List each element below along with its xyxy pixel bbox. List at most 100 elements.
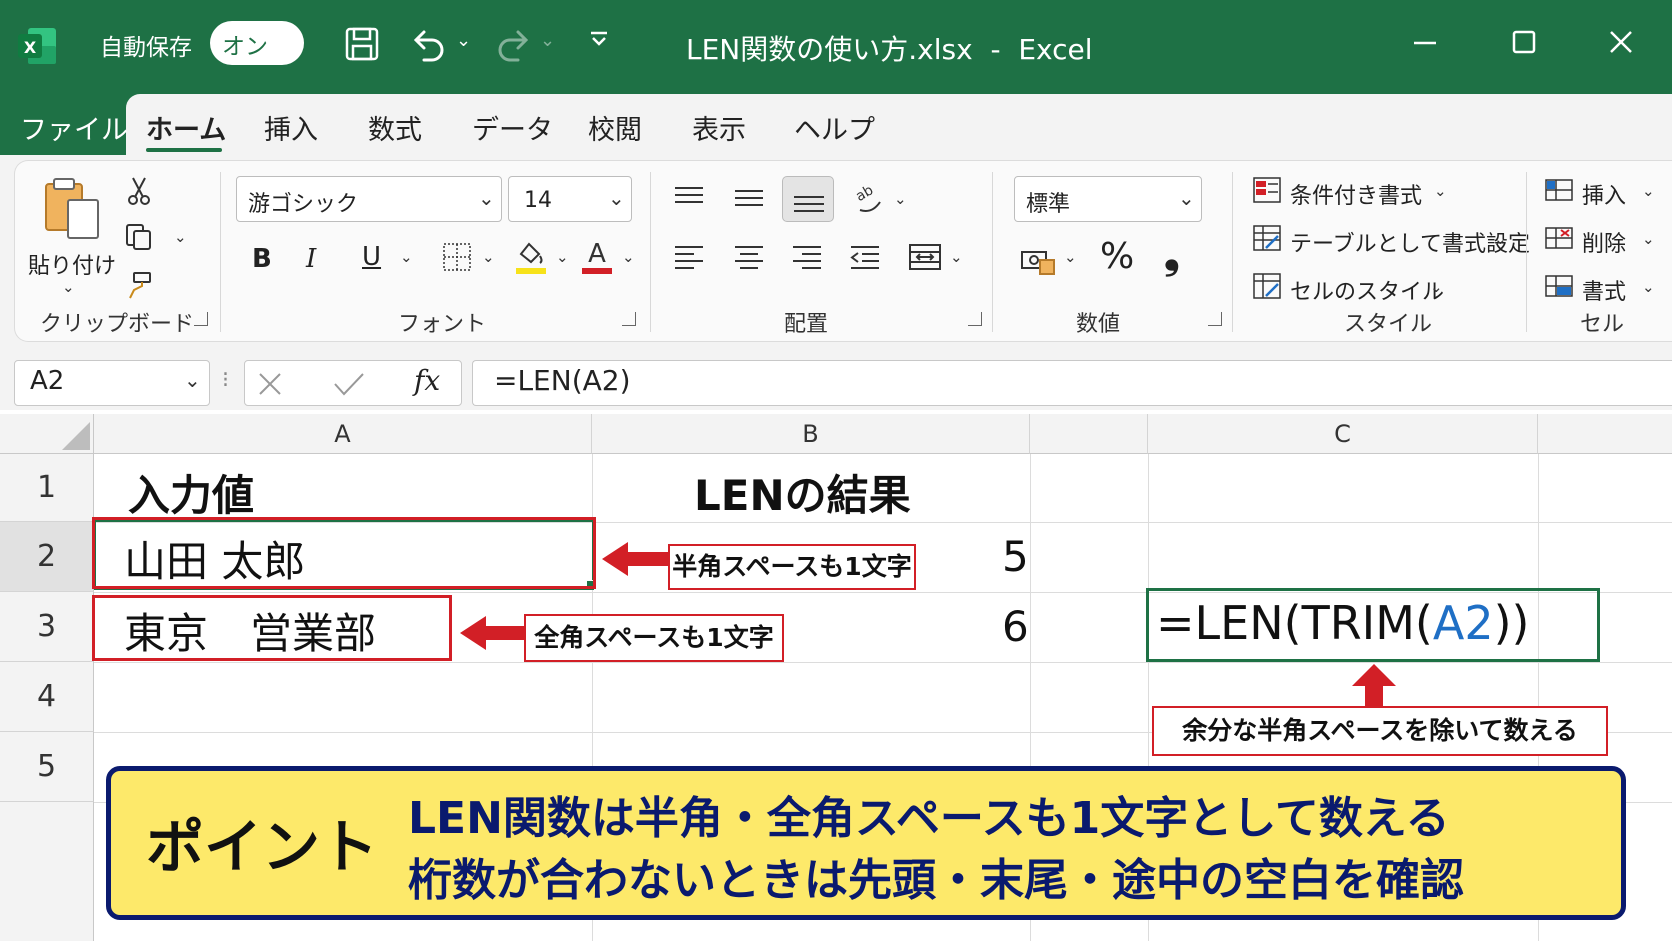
column-header-next[interactable] [1538,414,1672,454]
align-center-icon[interactable] [732,242,766,276]
format-cells-button[interactable]: 書式 [1582,274,1626,306]
merge-dropdown-icon[interactable]: ⌄ [950,248,963,266]
number-launcher-icon[interactable] [1208,312,1222,326]
delete-cells-dropdown-icon[interactable]: ⌄ [1642,230,1655,248]
minimize-icon[interactable] [1402,22,1448,64]
delete-cells-button[interactable]: 削除 [1582,226,1626,258]
row-header-1[interactable]: 1 [0,454,94,522]
insert-cells-dropdown-icon[interactable]: ⌄ [1642,182,1655,200]
font-name-chevron-icon[interactable]: ⌄ [478,186,495,210]
cut-icon[interactable] [126,176,152,210]
cell-a2[interactable]: 山田 太郎 [124,528,305,589]
cell-b1[interactable]: LENの結果 [694,462,911,523]
underline-button[interactable]: U [362,242,381,272]
align-left-icon[interactable] [672,242,706,276]
cell-b2[interactable]: 5 [1002,532,1029,581]
cell-styles-icon[interactable] [1252,272,1282,304]
borders-dropdown-icon[interactable]: ⌄ [482,248,495,266]
formula-input[interactable] [472,360,1672,406]
column-header-blank[interactable] [1030,414,1148,454]
align-top-icon[interactable] [672,182,706,216]
insert-cells-button[interactable]: 挿入 [1582,178,1626,210]
decrease-indent-icon[interactable] [848,242,882,276]
redo-icon[interactable] [494,24,534,64]
font-color-dropdown-icon[interactable]: ⌄ [622,248,635,266]
fill-color-icon[interactable] [514,238,548,280]
accounting-dropdown-icon[interactable]: ⌄ [1064,248,1077,266]
percent-style-button[interactable]: % [1100,236,1134,277]
c3-formula-prefix: =LEN(TRIM( [1156,596,1433,650]
paste-label[interactable]: 貼り付け [28,248,116,280]
column-header-c[interactable]: C [1148,414,1538,454]
row-header-2[interactable]: 2 [0,522,94,592]
orientation-dropdown-icon[interactable]: ⌄ [894,190,907,208]
tab-formulas[interactable]: 数式 [368,108,422,147]
customize-toolbar-icon[interactable] [588,28,610,55]
select-all-button[interactable] [0,414,94,454]
italic-button[interactable]: I [306,244,316,274]
cell-a3[interactable]: 東京 営業部 [124,600,376,661]
comma-style-button[interactable]: ❟ [1164,232,1180,278]
align-right-icon[interactable] [790,242,824,276]
clipboard-launcher-icon[interactable] [194,312,208,326]
format-painter-icon[interactable] [124,270,154,304]
cell-c3[interactable]: =LEN(TRIM(A2)) [1156,596,1530,650]
maximize-icon[interactable] [1500,22,1546,64]
tab-help[interactable]: ヘルプ [794,108,875,147]
redo-dropdown-icon[interactable]: ⌄ [540,30,555,51]
cell-b3[interactable]: 6 [1002,602,1029,651]
cell-styles-dropdown-icon[interactable]: ⌄ [1430,278,1443,296]
name-box-chevron-icon[interactable]: ⌄ [184,368,201,392]
confirm-entry-icon[interactable] [332,370,366,402]
row-header-6[interactable] [0,802,94,941]
save-icon[interactable] [344,26,380,62]
delete-cells-icon[interactable] [1544,224,1574,256]
conditional-formatting-icon[interactable] [1252,176,1282,208]
row-header-5[interactable]: 5 [0,732,94,802]
align-middle-icon[interactable] [732,182,766,216]
format-cells-dropdown-icon[interactable]: ⌄ [1642,278,1655,296]
number-format-chevron-icon[interactable]: ⌄ [1178,186,1195,210]
alignment-launcher-icon[interactable] [968,312,982,326]
accounting-format-icon[interactable] [1020,246,1056,280]
underline-dropdown-icon[interactable]: ⌄ [400,248,413,266]
conditional-formatting-button[interactable]: 条件付き書式 [1290,178,1422,210]
font-launcher-icon[interactable] [622,312,636,326]
paste-icon[interactable] [40,176,106,244]
format-as-table-dropdown-icon[interactable]: ⌄ [1494,230,1507,248]
paste-dropdown-icon[interactable]: ⌄ [62,278,75,296]
copy-icon[interactable] [124,222,154,256]
cell-styles-button[interactable]: セルのスタイル [1290,274,1444,306]
tab-data[interactable]: データ [472,108,553,147]
fill-color-dropdown-icon[interactable]: ⌄ [556,248,569,266]
cell-a1[interactable]: 入力値 [128,462,254,523]
row-header-3[interactable]: 3 [0,592,94,662]
merge-center-icon[interactable] [908,242,942,276]
copy-dropdown-icon[interactable]: ⌄ [174,228,187,246]
font-size-chevron-icon[interactable]: ⌄ [608,186,625,210]
align-bottom-button[interactable] [782,176,834,222]
insert-function-button[interactable]: fx [414,364,440,397]
orientation-icon[interactable]: ab [852,180,886,220]
tab-home[interactable]: ホーム [146,108,226,147]
format-cells-icon[interactable] [1544,272,1574,304]
column-header-b[interactable]: B [592,414,1030,454]
column-header-a[interactable]: A [94,414,592,454]
conditional-formatting-dropdown-icon[interactable]: ⌄ [1434,182,1447,200]
undo-icon[interactable] [408,24,448,64]
tab-review[interactable]: 校閲 [588,108,642,147]
close-icon[interactable] [1598,22,1644,64]
borders-icon[interactable] [442,242,472,276]
insert-cells-icon[interactable] [1544,176,1574,208]
format-as-table-icon[interactable] [1252,224,1282,256]
formula-bar-splitter-icon[interactable]: ⁝ [222,368,229,393]
row-header-4[interactable]: 4 [0,662,94,732]
bold-button[interactable]: B [252,244,272,274]
name-box-value: A2 [30,366,65,396]
tab-file[interactable]: ファイル [20,108,128,147]
tab-insert[interactable]: 挿入 [264,108,318,147]
tab-view[interactable]: 表示 [692,108,746,147]
font-color-button[interactable]: A [580,238,614,280]
cancel-entry-icon[interactable] [256,370,284,402]
undo-dropdown-icon[interactable]: ⌄ [456,30,471,51]
